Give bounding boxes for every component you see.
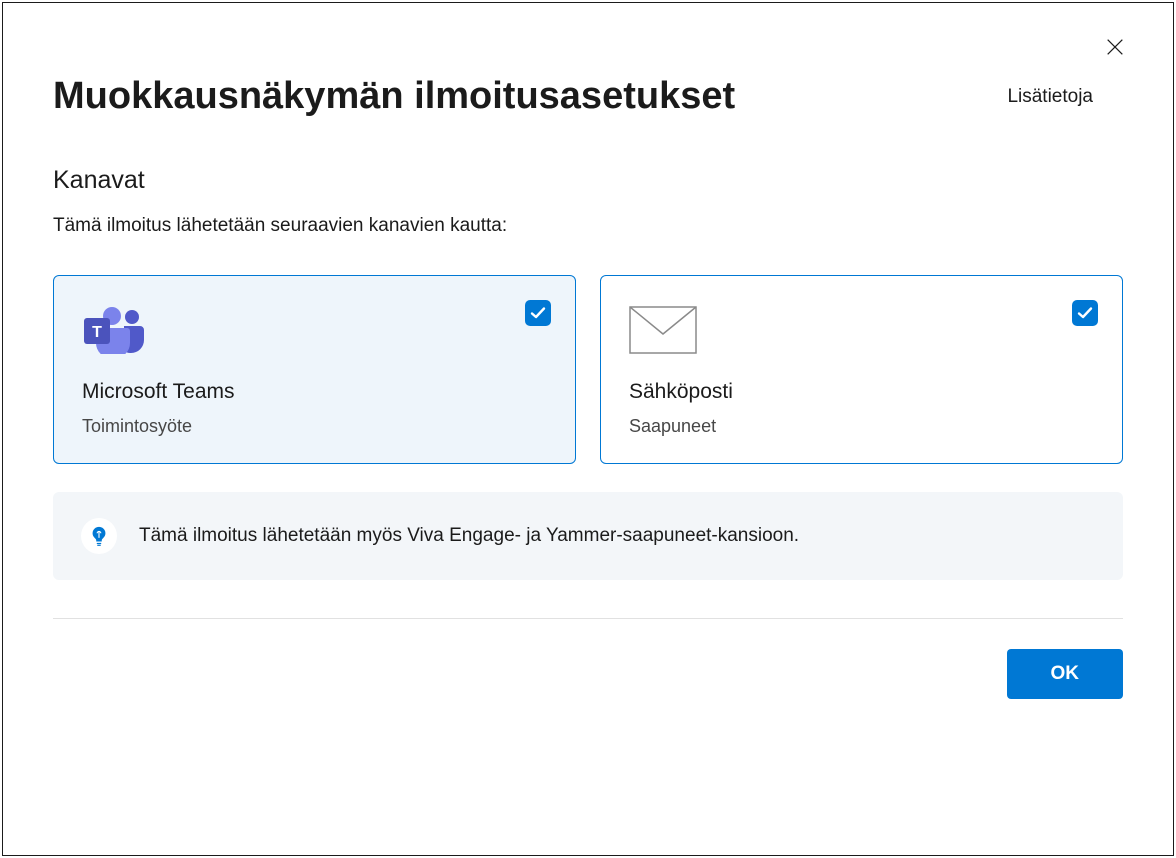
checkmark-icon <box>530 305 546 321</box>
divider <box>53 618 1123 619</box>
close-icon <box>1104 36 1126 58</box>
section-description: Tämä ilmoitus lähetetään seuraavien kana… <box>53 215 1123 237</box>
section-title: Kanavat <box>53 166 1123 195</box>
channel-title: Microsoft Teams <box>82 380 547 404</box>
channel-subtitle: Saapuneet <box>629 416 1094 437</box>
checkmark-icon <box>1077 305 1093 321</box>
dialog-title: Muokkausnäkymän ilmoitusasetukset <box>53 75 735 118</box>
dialog-footer: OK <box>53 649 1123 699</box>
channel-cards-row: T Microsoft Teams Toimintosyöte Sähköpos… <box>53 275 1123 464</box>
more-info-link[interactable]: Lisätietoja <box>1007 86 1093 108</box>
envelope-icon <box>629 302 1094 358</box>
channel-checkbox-teams[interactable] <box>525 300 551 326</box>
info-banner: Tämä ilmoitus lähetetään myös Viva Engag… <box>53 492 1123 580</box>
lightbulb-icon <box>81 518 117 554</box>
dialog-header: Muokkausnäkymän ilmoitusasetukset Lisäti… <box>53 75 1123 118</box>
notification-settings-dialog: Muokkausnäkymän ilmoitusasetukset Lisäti… <box>2 2 1174 856</box>
info-text: Tämä ilmoitus lähetetään myös Viva Engag… <box>139 525 799 547</box>
svg-text:T: T <box>92 324 102 341</box>
ok-button[interactable]: OK <box>1007 649 1124 699</box>
channel-card-teams[interactable]: T Microsoft Teams Toimintosyöte <box>53 275 576 464</box>
channel-checkbox-email[interactable] <box>1072 300 1098 326</box>
channel-title: Sähköposti <box>629 380 1094 404</box>
close-button[interactable] <box>1101 33 1129 61</box>
channel-subtitle: Toimintosyöte <box>82 416 547 437</box>
teams-icon: T <box>82 302 547 358</box>
channel-card-email[interactable]: Sähköposti Saapuneet <box>600 275 1123 464</box>
